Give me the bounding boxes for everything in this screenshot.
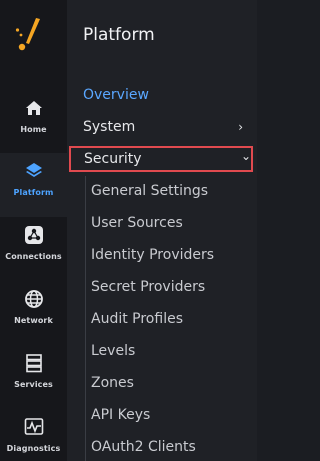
rail-item-home[interactable]: Home: [0, 90, 67, 154]
navigation-panel: Platform Overview System › Security ⌄ Ge…: [67, 0, 257, 461]
submenu-item-user-sources[interactable]: User Sources: [91, 212, 183, 234]
app-window: Home Platform Connections Network Servic…: [0, 0, 257, 461]
layers-icon: [24, 161, 44, 181]
submenu-item-levels[interactable]: Levels: [91, 340, 135, 362]
rail-item-connections[interactable]: Connections: [0, 217, 67, 281]
rail-item-network[interactable]: Network: [0, 281, 67, 345]
submenu-item-api-keys[interactable]: API Keys: [91, 404, 150, 426]
rail-label-connections: Connections: [5, 252, 62, 261]
nav-item-label: Security: [84, 151, 142, 167]
panel-title: Platform: [83, 25, 155, 45]
submenu-item-secret-providers[interactable]: Secret Providers: [91, 276, 205, 298]
rail-item-platform[interactable]: Platform: [0, 153, 67, 217]
chevron-right-icon: ›: [238, 120, 243, 134]
home-icon: [24, 98, 44, 118]
nav-item-label: System: [83, 119, 136, 135]
server-icon: [24, 353, 44, 373]
submenu-item-identity-providers[interactable]: Identity Providers: [91, 244, 214, 266]
rail-label-home: Home: [20, 125, 47, 134]
connections-icon: [24, 225, 44, 245]
globe-icon: [24, 289, 44, 309]
nav-item-system[interactable]: System ›: [83, 115, 243, 139]
submenu-item-zones[interactable]: Zones: [91, 372, 134, 394]
rail-label-diagnostics: Diagnostics: [6, 444, 61, 453]
rail-label-services: Services: [14, 380, 53, 389]
pulse-icon: [24, 417, 44, 437]
rail-item-services[interactable]: Services: [0, 345, 67, 409]
submenu-item-general-settings[interactable]: General Settings: [91, 180, 208, 202]
submenu-item-audit-profiles[interactable]: Audit Profiles: [91, 308, 183, 330]
nav-item-security[interactable]: Security ⌄: [69, 146, 253, 172]
nav-item-label: Overview: [83, 87, 149, 103]
rail-label-network: Network: [14, 316, 53, 325]
submenu-item-oauth2-clients[interactable]: OAuth2 Clients: [91, 436, 196, 458]
icon-rail: Home Platform Connections Network Servic…: [0, 0, 67, 461]
chevron-down-icon: ⌄: [240, 149, 251, 163]
rail-label-platform: Platform: [13, 188, 54, 197]
nav-item-overview[interactable]: Overview: [83, 83, 243, 107]
submenu-divider: [85, 176, 86, 461]
rail-item-diagnostics[interactable]: Diagnostics: [0, 409, 67, 461]
logo-icon: [15, 18, 40, 51]
